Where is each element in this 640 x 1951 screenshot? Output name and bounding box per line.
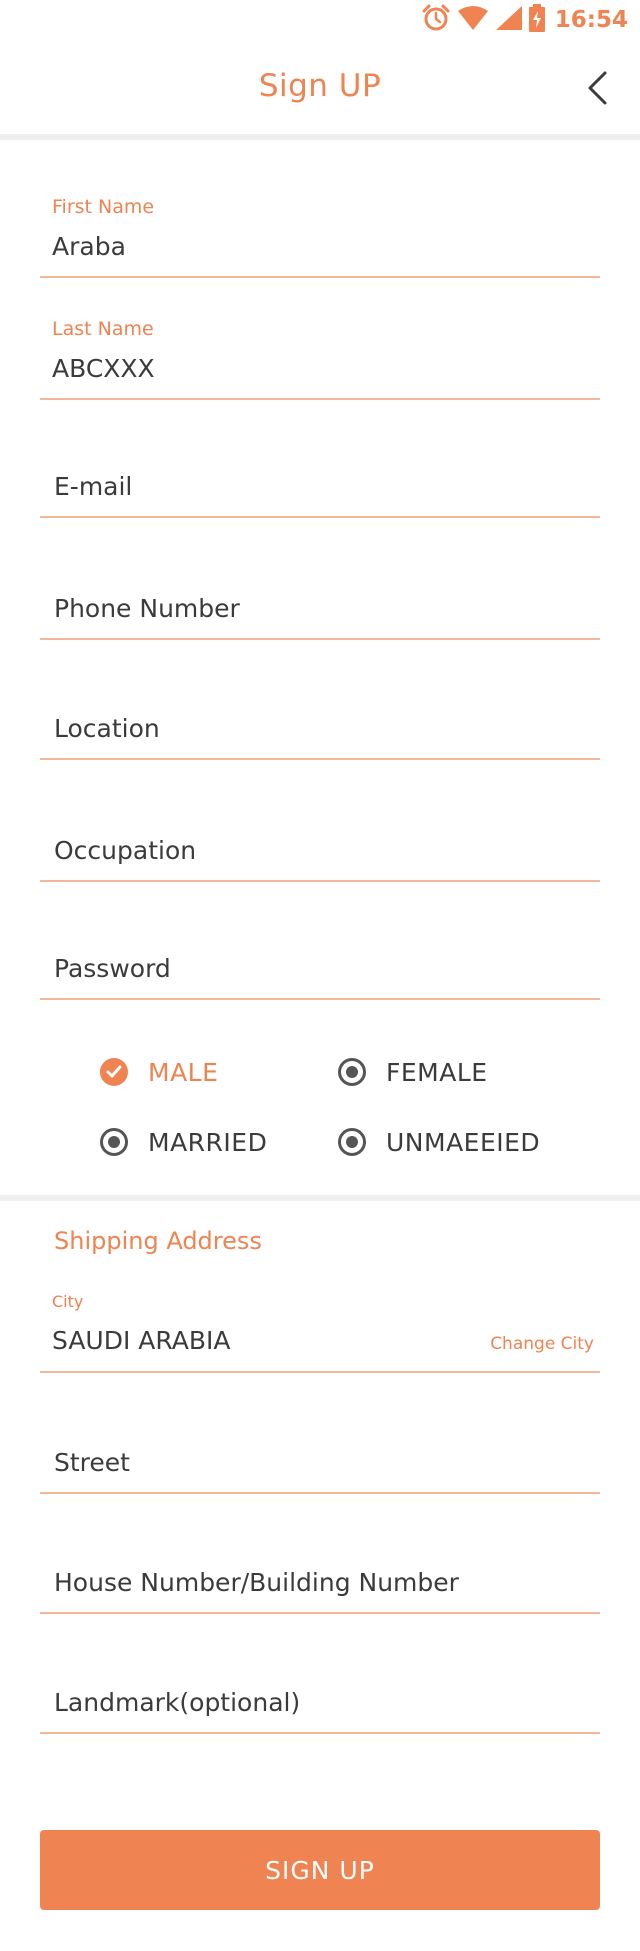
marital-unmarried-label: UNMAEEIED	[386, 1127, 541, 1157]
city-label: City	[52, 1292, 84, 1311]
occupation-placeholder: Occupation	[54, 836, 197, 865]
status-icons: 16:54	[421, 4, 628, 36]
house-number-placeholder: House Number/Building Number	[54, 1568, 459, 1597]
status-bar: 16:54	[0, 0, 640, 40]
password-placeholder: Password	[54, 954, 171, 983]
landmark-field[interactable]: Landmark(optional)	[40, 1656, 600, 1734]
marital-married-label: MARRIED	[148, 1127, 268, 1157]
last-name-field[interactable]: Last Name ABCXXX	[40, 312, 600, 400]
back-button[interactable]	[576, 68, 620, 112]
street-placeholder: Street	[54, 1448, 130, 1477]
marital-unmarried-option[interactable]: UNMAEEIED	[338, 1122, 540, 1162]
gender-female-label: FEMALE	[386, 1057, 488, 1087]
gender-male-label: MALE	[148, 1057, 219, 1087]
signup-button[interactable]: SIGN UP	[40, 1830, 600, 1910]
radio-icon	[338, 1058, 366, 1086]
page-title: Sign UP	[258, 68, 382, 104]
first-name-label: First Name	[52, 196, 155, 218]
first-name-value: Araba	[52, 232, 126, 261]
gender-male-option[interactable]: MALE	[100, 1052, 218, 1092]
gender-female-option[interactable]: FEMALE	[338, 1052, 488, 1092]
house-number-field[interactable]: House Number/Building Number	[40, 1536, 600, 1614]
shipping-section-title: Shipping Address	[54, 1227, 262, 1255]
occupation-field[interactable]: Occupation	[40, 804, 600, 882]
radio-icon	[100, 1128, 128, 1156]
email-placeholder: E-mail	[54, 472, 133, 501]
landmark-placeholder: Landmark(optional)	[54, 1688, 301, 1717]
section-divider	[0, 1195, 640, 1201]
signal-icon	[495, 5, 523, 35]
phone-placeholder: Phone Number	[54, 594, 240, 623]
first-name-field[interactable]: First Name Araba	[40, 190, 600, 278]
radio-icon	[338, 1128, 366, 1156]
status-time: 16:54	[554, 7, 628, 33]
password-field[interactable]: Password	[40, 922, 600, 1000]
phone-field[interactable]: Phone Number	[40, 562, 600, 640]
city-field[interactable]: City SAUDI ARABIA Change City	[40, 1288, 600, 1373]
alarm-icon	[421, 4, 451, 36]
location-placeholder: Location	[54, 714, 160, 743]
street-field[interactable]: Street	[40, 1416, 600, 1494]
marital-married-option[interactable]: MARRIED	[100, 1122, 267, 1162]
wifi-icon	[457, 5, 489, 35]
last-name-value: ABCXXX	[52, 354, 155, 383]
location-field[interactable]: Location	[40, 682, 600, 760]
change-city-link[interactable]: Change City	[490, 1334, 594, 1354]
check-circle-icon	[100, 1058, 128, 1086]
chevron-left-icon	[585, 70, 611, 110]
app-bar: Sign UP	[0, 40, 640, 140]
last-name-label: Last Name	[52, 318, 154, 340]
city-value: SAUDI ARABIA	[52, 1326, 231, 1355]
email-field[interactable]: E-mail	[40, 440, 600, 518]
battery-charging-icon	[528, 4, 545, 36]
